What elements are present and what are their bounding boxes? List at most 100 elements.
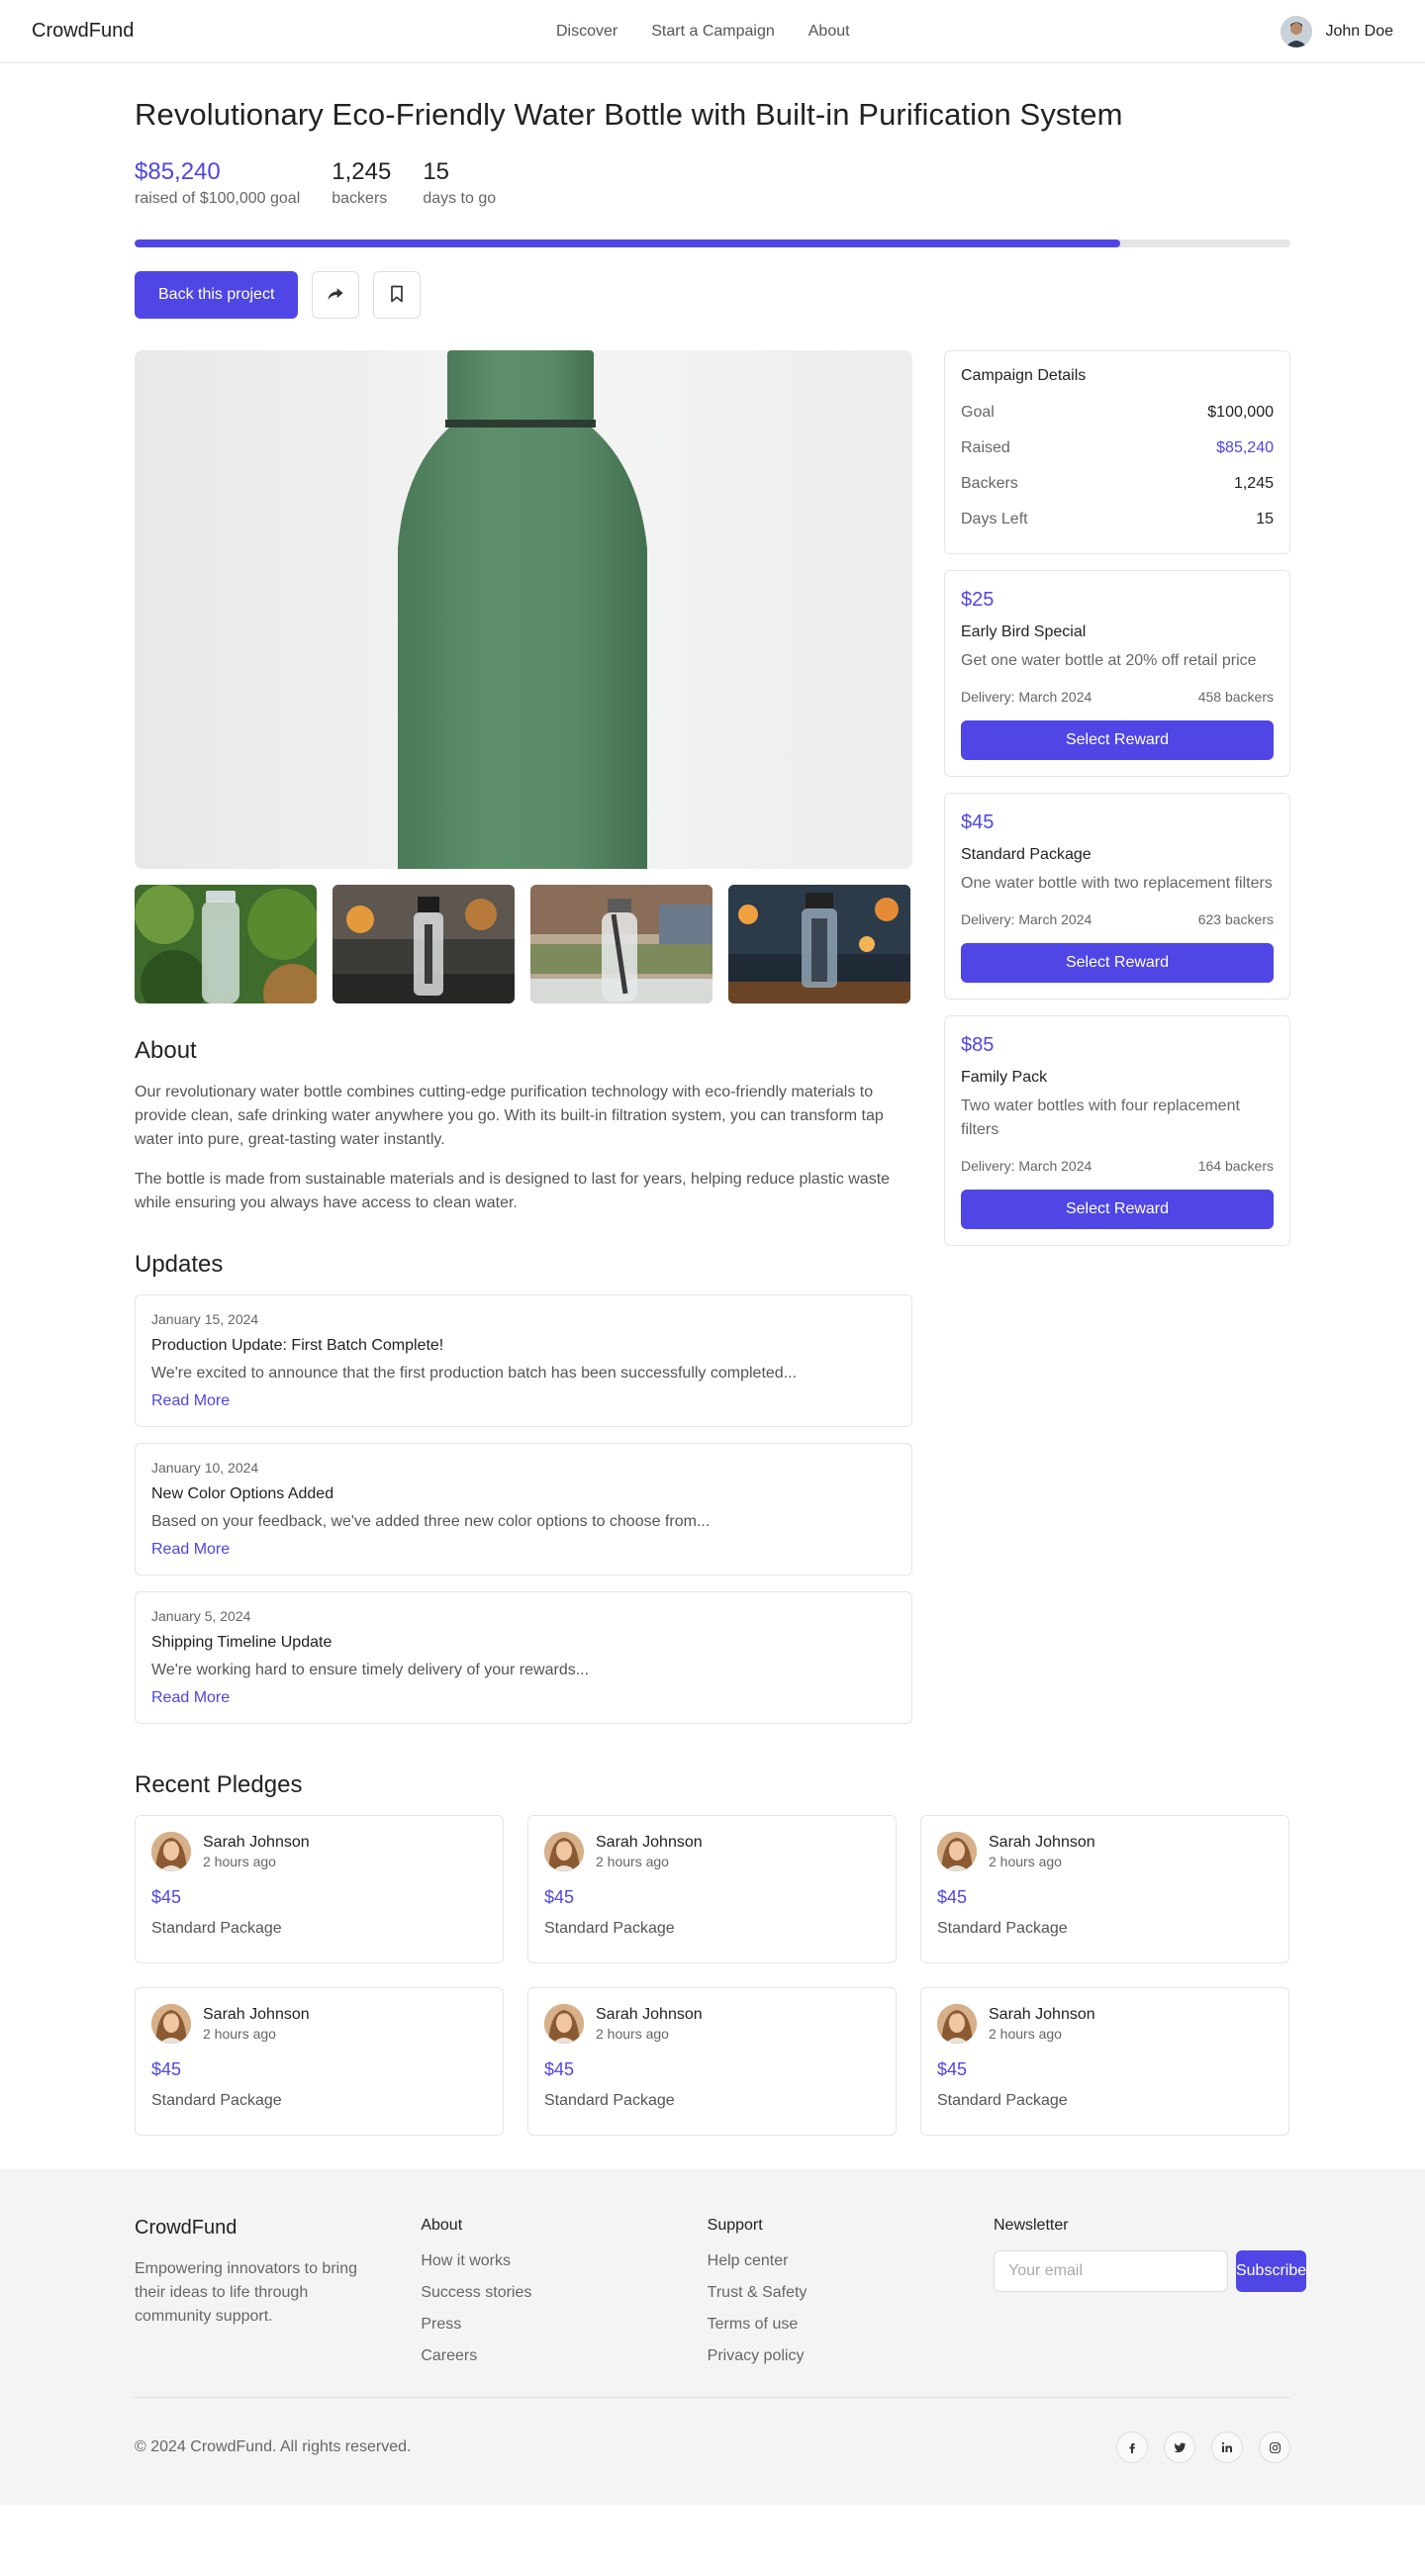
- about-paragraph-1: Our revolutionary water bottle combines …: [135, 1084, 884, 1148]
- pledge-tier: Standard Package: [544, 1920, 675, 1937]
- pledge-card: Sarah Johnson 2 hours ago $45 Standard Pack…: [527, 1815, 897, 1963]
- detail-value: 15: [1256, 511, 1274, 527]
- detail-row-goal: Goal $100,000: [961, 395, 1274, 430]
- page-container: Revolutionary Eco-Friendly Water Bottle …: [135, 97, 1290, 2136]
- reward-card: $25 Early Bird Special Get one water bot…: [944, 570, 1290, 777]
- reward-backers: 623 backers: [1197, 911, 1274, 927]
- pledge-backer: Sarah Johnson 2 hours ago: [937, 1832, 1273, 1871]
- pledge-amount: $45: [937, 1887, 968, 1907]
- footer-link-press[interactable]: Press: [421, 2316, 707, 2334]
- linkedin-icon[interactable]: [1211, 2432, 1243, 2463]
- thumbnail-1[interactable]: [135, 885, 317, 1003]
- footer-columns: CrowdFund Empowering innovators to bring…: [135, 2217, 1307, 2365]
- avatar: [937, 1832, 977, 1871]
- detail-key: Goal: [961, 404, 995, 421]
- thumbnail-4[interactable]: [728, 885, 910, 1003]
- footer-newsletter-column: Newsletter Subscribe: [993, 2217, 1307, 2365]
- pledge-amount: $45: [544, 2059, 575, 2079]
- pledge-card: Sarah Johnson 2 hours ago $45 Standard Pack…: [135, 1815, 504, 1963]
- pledge-amount: $45: [544, 1887, 575, 1907]
- pledge-time: 2 hours ago: [203, 2026, 276, 2042]
- select-reward-button[interactable]: Select Reward: [961, 943, 1274, 983]
- pledge-time: 2 hours ago: [596, 1854, 669, 1869]
- update-title: Shipping Timeline Update: [151, 1634, 332, 1651]
- user-avatar[interactable]: [1280, 16, 1312, 48]
- pledge-backer: Sarah Johnson 2 hours ago: [937, 2004, 1273, 2044]
- footer-about-column: About How it works Success stories Press…: [421, 2217, 707, 2365]
- update-excerpt: We're excited to announce that the first…: [151, 1365, 798, 1382]
- bookmark-button[interactable]: [373, 271, 422, 319]
- nav-start-campaign[interactable]: Start a Campaign: [651, 23, 775, 41]
- newsletter-form: Subscribe: [993, 2250, 1307, 2292]
- user-menu[interactable]: John Doe: [1280, 0, 1394, 63]
- raised-label: raised of $100,000 goal: [135, 190, 301, 207]
- footer-link-privacy[interactable]: Privacy policy: [708, 2347, 994, 2365]
- updates-heading: Updates: [135, 1251, 224, 1278]
- reward-price: $25: [961, 589, 995, 611]
- reward-card: $85 Family Pack Two water bottles with f…: [944, 1015, 1290, 1246]
- footer-link-careers[interactable]: Careers: [421, 2347, 707, 2365]
- stat-days: 15 days to go: [423, 158, 496, 208]
- reward-delivery: Delivery: March 2024: [961, 911, 1092, 927]
- footer-link-terms[interactable]: Terms of use: [708, 2316, 994, 2334]
- footer-about-heading: About: [421, 2217, 463, 2234]
- thumbnail-2[interactable]: [332, 885, 515, 1003]
- pledge-time: 2 hours ago: [596, 2026, 669, 2042]
- pledge-backer-name: Sarah Johnson: [989, 2006, 1095, 2023]
- read-more-link[interactable]: Read More: [151, 1689, 896, 1707]
- subscribe-button[interactable]: Subscribe: [1235, 2250, 1307, 2292]
- share-icon: [326, 284, 345, 307]
- right-sidebar: Campaign Details Goal $100,000 Raised $8…: [944, 350, 1290, 1724]
- campaign-title: Revolutionary Eco-Friendly Water Bottle …: [135, 97, 1123, 132]
- footer-brand: CrowdFund: [135, 2217, 238, 2239]
- nav-about[interactable]: About: [808, 23, 850, 41]
- facebook-icon[interactable]: [1116, 2432, 1148, 2463]
- avatar: [151, 2004, 191, 2044]
- brand-logo[interactable]: CrowdFund: [32, 20, 134, 43]
- twitter-icon[interactable]: [1164, 2432, 1195, 2463]
- read-more-link[interactable]: Read More: [151, 1392, 896, 1410]
- footer-link-help-center[interactable]: Help center: [708, 2252, 994, 2270]
- pledge-backer-name: Sarah Johnson: [596, 2006, 703, 2023]
- recent-pledges-heading: Recent Pledges: [135, 1771, 303, 1798]
- avatar: [544, 1832, 584, 1871]
- main-content: About Our revolutionary water bottle com…: [135, 350, 1290, 1724]
- reward-description: Two water bottles with four replacement …: [961, 1097, 1240, 1138]
- social-links: [1116, 2432, 1290, 2463]
- detail-row-days-left: Days Left 15: [961, 502, 1274, 537]
- backers-label: backers: [332, 190, 388, 207]
- thumbnail-3[interactable]: [530, 885, 712, 1003]
- avatar: [937, 2004, 977, 2044]
- reward-name: Early Bird Special: [961, 623, 1087, 640]
- reward-price: $85: [961, 1034, 995, 1056]
- footer-link-trust-safety[interactable]: Trust & Safety: [708, 2284, 994, 2302]
- select-reward-button[interactable]: Select Reward: [961, 720, 1274, 760]
- campaign-actions: Back this project: [135, 271, 1290, 319]
- nav-discover[interactable]: Discover: [556, 23, 618, 41]
- select-reward-button[interactable]: Select Reward: [961, 1190, 1274, 1229]
- footer-brand-column: CrowdFund Empowering innovators to bring…: [135, 2217, 421, 2365]
- pledge-tier: Standard Package: [151, 1920, 282, 1937]
- user-name: John Doe: [1325, 23, 1394, 40]
- pledge-tier: Standard Package: [937, 2092, 1068, 2109]
- reward-description: Get one water bottle at 20% off retail p…: [961, 652, 1257, 669]
- pledge-time: 2 hours ago: [203, 1854, 276, 1869]
- reward-name: Family Pack: [961, 1069, 1048, 1086]
- footer-link-how-it-works[interactable]: How it works: [421, 2252, 707, 2270]
- update-date: January 10, 2024: [151, 1460, 259, 1476]
- detail-value: 1,245: [1233, 475, 1274, 492]
- footer-link-success-stories[interactable]: Success stories: [421, 2284, 707, 2302]
- days-label: days to go: [423, 190, 497, 207]
- newsletter-heading: Newsletter: [993, 2217, 1069, 2234]
- detail-value: $85,240: [1216, 439, 1274, 456]
- share-button[interactable]: [312, 271, 360, 319]
- back-project-button[interactable]: Back this project: [135, 271, 299, 319]
- pledge-tier: Standard Package: [151, 2092, 282, 2109]
- instagram-icon[interactable]: [1259, 2432, 1290, 2463]
- avatar: [151, 1832, 191, 1871]
- pledge-time: 2 hours ago: [989, 2026, 1062, 2042]
- read-more-link[interactable]: Read More: [151, 1541, 896, 1559]
- newsletter-email-input[interactable]: [993, 2250, 1228, 2292]
- reward-delivery: Delivery: March 2024: [961, 689, 1092, 705]
- footer-bottom: © 2024 CrowdFund. All rights reserved.: [135, 2397, 1290, 2463]
